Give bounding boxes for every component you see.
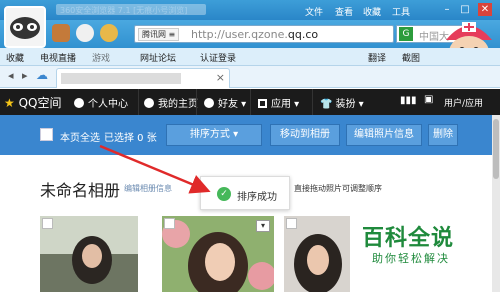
straw-hat-icon[interactable] [100,24,118,42]
browser-title-bar: 360安全浏览器 7.1 [无痕小号浏览] 文件 查看 收藏 工具 – □ ✕ [0,0,500,20]
skull-icon[interactable] [76,24,94,42]
fav-favorites[interactable]: 收藏 [6,51,24,64]
tab-title-redacted [61,73,181,84]
qzone-logo[interactable]: ★ QQ空间 [4,94,62,111]
forward-icon[interactable]: ▸ [22,69,28,82]
qzone-nav-bar: ★ QQ空间 个人中心 我的主页 好友 ▾ 应用 ▾ 👕 装扮 ▾ ▮▮▮ ▣ 用… [0,89,500,115]
favorites-bar: 收藏 电视直播 游戏 网址论坛 认证登录 翻译 截图 [0,48,500,66]
nav-friends[interactable]: 好友 ▾ [204,95,246,110]
fav-auth-login[interactable]: 认证登录 [200,51,236,64]
menu-file[interactable]: 文件 [305,5,323,18]
nav-divider [312,89,313,115]
fav-tv-live[interactable]: 电视直播 [40,51,76,64]
select-all-checkbox[interactable] [40,128,53,141]
mask-avatar-icon [6,8,44,46]
menu-favorites[interactable]: 收藏 [363,5,381,18]
fav-screenshot[interactable]: 截图 [402,51,420,64]
friends-icon [204,98,214,108]
fav-games[interactable]: 游戏 [92,51,110,64]
toast-message: 排序成功 [237,192,277,203]
photo-thumbnail[interactable]: ▾ [162,216,274,292]
tab-close-icon[interactable]: × [216,71,225,84]
back-icon[interactable]: ◂ [8,69,14,82]
search-engine-icon[interactable]: G [399,27,413,41]
selected-count: 已选择 0 张 [104,133,157,144]
shirt-icon: 👕 [320,99,333,110]
delete-button[interactable]: 删除 [428,124,458,146]
check-icon: ✓ [217,187,231,201]
grid-icon [258,99,267,108]
page-scrollbar[interactable] [492,115,500,292]
menu-tools[interactable]: 工具 [392,5,410,18]
scroll-thumb[interactable] [493,119,499,179]
photo-checkbox[interactable] [164,218,175,229]
nav-decorate[interactable]: 👕 装扮 ▾ [320,95,364,110]
menu-view[interactable]: 查看 [335,5,353,18]
fav-forum[interactable]: 网址论坛 [140,51,176,64]
nav-personal-center[interactable]: 个人中心 [74,95,128,110]
tab-active[interactable]: × [56,68,230,88]
watermark-title: 百科全说 [362,226,455,251]
gun-icon[interactable] [52,24,70,42]
sort-button[interactable]: 排序方式 ▾ [166,124,262,146]
photo-thumbnail[interactable] [284,216,350,292]
nav-divider [250,89,251,115]
nav-divider [196,89,197,115]
address-bar[interactable]: 腾讯网 ≡ http://user.qzone.qq.co [134,25,394,43]
cloud-icon[interactable]: ☁ [36,68,48,82]
nav-my-homepage[interactable]: 我的主页 [144,95,198,110]
select-all-label[interactable]: 本页全选 [60,129,100,144]
bars-icon[interactable]: ▮▮▮ [400,95,417,106]
search-engine-selector[interactable]: 腾讯网 ≡ [138,28,180,41]
nav-divider [138,89,139,115]
address-url[interactable]: http://user.qzone.qq.co [191,28,318,41]
star-icon: ★ [4,96,15,110]
person-icon [74,98,84,108]
fav-translate[interactable]: 翻译 [368,51,386,64]
window-title: 360安全浏览器 7.1 [无痕小号浏览] [60,6,188,15]
home-icon [144,98,154,108]
edit-album-info-link[interactable]: 编辑相册信息 [124,183,172,194]
drag-hint: 直接拖动照片可调整顺序 [294,184,382,193]
photo-toolbar: 本页全选 已选择 0 张 排序方式 ▾ 移动到相册 编辑照片信息 删除 [0,115,492,155]
album-title: 未命名相册 [40,181,121,200]
user-apps-link[interactable]: 用户/应用 [444,96,483,109]
move-to-album-button[interactable]: 移动到相册 [270,124,340,146]
watermark-subtitle: 助你轻松解决 [372,252,450,265]
photo-checkbox[interactable] [286,218,297,229]
photo-menu-dropdown[interactable]: ▾ [256,220,270,232]
photo-checkbox[interactable] [42,218,53,229]
edit-photo-info-button[interactable]: 编辑照片信息 [346,124,422,146]
photo-thumbnail[interactable] [40,216,138,292]
photo-image [40,216,138,292]
user-avatar[interactable] [4,6,46,48]
nav-apps[interactable]: 应用 ▾ [258,95,299,110]
notification-icon[interactable]: ▣ [424,94,433,105]
tab-bar: ◂ ▸ ☁ × [0,66,500,88]
sort-success-toast: ✓ 排序成功 [200,176,290,210]
